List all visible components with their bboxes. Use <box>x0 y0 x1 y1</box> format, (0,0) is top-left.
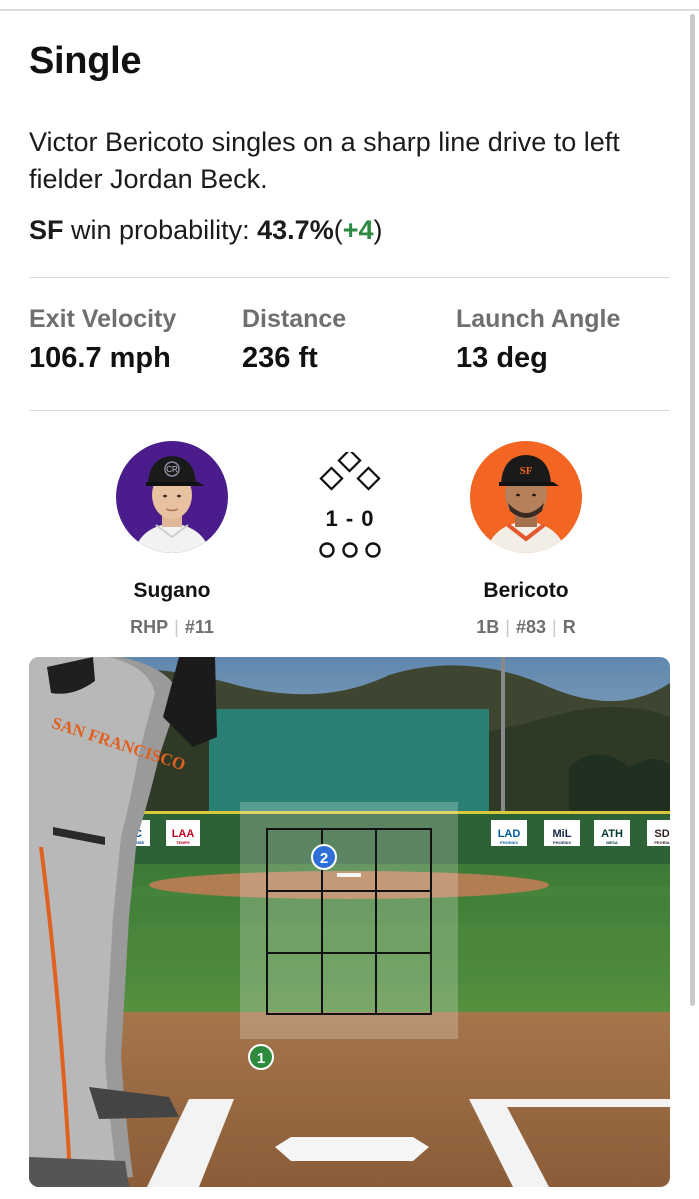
top-divider <box>0 9 699 11</box>
sign-mil-subtext: PHOENIX <box>553 840 571 845</box>
sign-laa-subtext: TEMPE <box>176 840 190 845</box>
sign-lad: LAD <box>498 828 521 840</box>
pitch-location-view: KC SURPRISE LAA TEMPE LAD PHOENIX MiL PH… <box>29 657 670 1187</box>
play-card: Single Victor Bericoto singles on a shar… <box>0 12 692 1199</box>
pitcher-cap-logo: CR <box>166 465 178 474</box>
stat-label: Exit Velocity <box>29 305 177 333</box>
third-base-icon <box>319 466 344 491</box>
divider <box>29 410 670 411</box>
bases-diamond <box>319 452 381 491</box>
meta-separator: | <box>174 617 179 637</box>
sign-mil: MiL <box>553 828 572 840</box>
first-base-icon <box>356 466 381 491</box>
win-probability-label: win probability: <box>71 215 250 245</box>
play-description: Victor Bericoto singles on a sharp line … <box>29 127 620 194</box>
win-probability-change: +4 <box>342 215 374 245</box>
win-probability-team: SF <box>29 215 64 245</box>
strike-zone-backdrop <box>240 802 458 1039</box>
sign-ath-subtext: MESA <box>606 840 618 845</box>
pitcher-meta: RHP | #11 <box>92 617 252 638</box>
pitcher-number: #11 <box>184 617 214 637</box>
outs-indicator <box>319 542 381 558</box>
win-probability-open-paren: ( <box>333 215 343 245</box>
out-1-icon <box>319 542 335 558</box>
win-probability-value: 43.7% <box>257 215 334 245</box>
out-3-icon <box>365 542 381 558</box>
batter-position: 1B <box>476 617 500 637</box>
stat-label: Distance <box>242 305 347 333</box>
home-plate-icon <box>275 1137 429 1161</box>
batter-bats: R <box>562 617 576 637</box>
stat-launch-angle: Launch Angle 13 deg <box>456 305 620 375</box>
pitcher-avatar[interactable]: CR <box>116 441 228 553</box>
sign-ath: ATH <box>601 828 623 840</box>
pitch-marker-1[interactable]: 1 <box>248 1044 274 1070</box>
batter-cap-logo: SF <box>520 465 533 477</box>
divider <box>29 277 670 278</box>
stat-exit-velocity: Exit Velocity 106.7 mph <box>29 305 176 375</box>
batter-meta: 1B | #83 | R <box>446 617 606 638</box>
stat-value: 13 deg <box>456 342 548 374</box>
win-probability: SF win probability: 43.7%(+4) <box>29 215 383 246</box>
batter-avatar[interactable]: SF <box>470 441 582 553</box>
sign-laa: LAA <box>172 828 195 840</box>
stat-distance: Distance 236 ft <box>242 305 346 375</box>
second-base-icon <box>337 452 362 473</box>
stat-label: Launch Angle <box>456 305 621 333</box>
pitcher-throws: RHP <box>130 617 169 637</box>
pitch-marker-2[interactable]: 2 <box>311 844 337 870</box>
out-2-icon <box>342 542 358 558</box>
stat-value: 236 ft <box>242 342 318 374</box>
pitcher-name[interactable]: Sugano <box>92 579 252 603</box>
sign-lad-subtext: PHOENIX <box>500 840 518 845</box>
ball-strike-count: 1 - 0 <box>325 506 375 531</box>
sign-sd: SD <box>654 828 669 840</box>
sign-sd-subtext: PEORIA <box>654 840 669 845</box>
pitch-number: 1 <box>257 1050 265 1067</box>
batter-number: #83 <box>515 617 547 637</box>
meta-separator: | <box>505 617 510 637</box>
stat-value: 106.7 mph <box>29 342 171 374</box>
play-title: Single <box>29 40 142 82</box>
win-probability-close-paren: ) <box>373 215 383 245</box>
batter-name[interactable]: Bericoto <box>446 579 606 603</box>
meta-separator: | <box>552 617 557 637</box>
pitch-number: 2 <box>320 850 328 867</box>
